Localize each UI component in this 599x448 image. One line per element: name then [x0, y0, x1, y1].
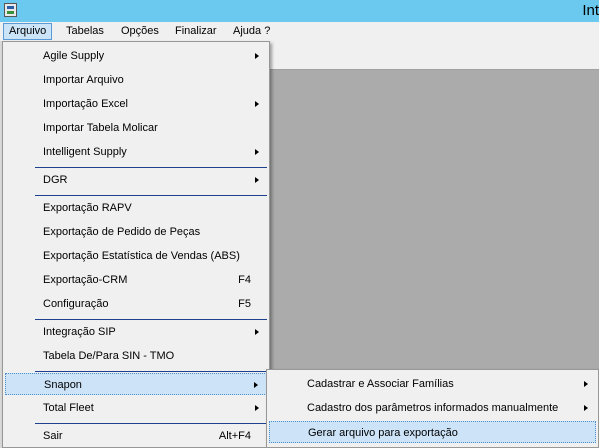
- menu-separator: [35, 423, 267, 424]
- submenu-arrow-icon: [255, 149, 259, 155]
- window-title: Int: [582, 2, 599, 19]
- submenu-arrow-icon: [255, 101, 259, 107]
- menu-item-dgr[interactable]: DGR: [5, 169, 267, 191]
- menu-item-importacao-excel[interactable]: Importação Excel: [5, 93, 267, 115]
- submenu-arrow-icon: [255, 405, 259, 411]
- menu-opcoes[interactable]: Opções: [116, 23, 164, 40]
- menu-item-cadastrar-e-associar-familias[interactable]: Cadastrar e Associar Famílias: [269, 373, 596, 395]
- submenu-arrow-icon: [584, 381, 588, 387]
- menu-item-agile-supply[interactable]: Agile Supply: [5, 45, 267, 67]
- menu-item-snapon[interactable]: Snapon: [5, 373, 267, 395]
- submenu-arrow-icon: [254, 382, 258, 388]
- menu-item-label: Cadastrar e Associar Famílias: [307, 378, 454, 390]
- menu-item-shortcut: F4: [238, 274, 251, 286]
- menu-item-shortcut: Alt+F4: [218, 430, 251, 442]
- menu-item-label: Total Fleet: [43, 402, 94, 414]
- title-bar: Int: [0, 0, 599, 22]
- menu-item-label: Tabela De/Para SIN - TMO: [43, 350, 175, 362]
- submenu-arrow-icon: [255, 329, 259, 335]
- menu-item-label: Exportação-CRM: [43, 274, 128, 286]
- menu-item-exportacao-estatistica-de-vendas-abs[interactable]: Exportação Estatística de Vendas (ABS): [5, 245, 267, 267]
- mdi-workspace: [268, 70, 599, 370]
- menu-item-exportacao-crm[interactable]: Exportação-CRM F4: [5, 269, 267, 291]
- submenu-arrow-icon: [255, 177, 259, 183]
- submenu-arrow-icon: [255, 53, 259, 59]
- menu-item-importar-arquivo[interactable]: Importar Arquivo: [5, 69, 267, 91]
- menu-item-label: Importar Tabela Molicar: [43, 122, 158, 134]
- arquivo-dropdown: Agile Supply Importar Arquivo Importação E…: [2, 41, 270, 448]
- menu-item-label: Gerar arquivo para exportação: [308, 427, 458, 439]
- toolbar-area: [268, 41, 599, 70]
- menu-item-label: Agile Supply: [43, 50, 105, 62]
- menu-item-label: Intelligent Supply: [43, 146, 127, 158]
- menu-separator: [35, 195, 267, 196]
- menu-item-label: DGR: [43, 174, 68, 186]
- menu-item-label: Exportação de Pedido de Peças: [43, 226, 201, 238]
- menu-item-exportacao-rapv[interactable]: Exportação RAPV: [5, 197, 267, 219]
- menu-item-importar-tabela-molicar[interactable]: Importar Tabela Molicar: [5, 117, 267, 139]
- snapon-submenu: Cadastrar e Associar Famílias Cadastro do…: [266, 369, 599, 448]
- menu-item-label: Configuração: [43, 298, 109, 310]
- menu-arquivo[interactable]: Arquivo: [3, 23, 53, 40]
- menu-separator: [35, 167, 267, 168]
- menu-item-sair[interactable]: Sair Alt+F4: [5, 425, 267, 447]
- menu-separator: [35, 319, 267, 320]
- menu-item-configuracao[interactable]: Configuração F5: [5, 293, 267, 315]
- menu-bar: Arquivo Tabelas Opções Finalizar Ajuda ?: [0, 22, 599, 41]
- menu-item-tabela-de-para-sin-tmo[interactable]: Tabela De/Para SIN - TMO: [5, 345, 267, 367]
- menu-item-exportacao-de-pedido-de-pecas[interactable]: Exportação de Pedido de Peças: [5, 221, 267, 243]
- submenu-arrow-icon: [584, 405, 588, 411]
- menu-separator: [35, 371, 267, 372]
- menu-item-label: Importar Arquivo: [43, 74, 124, 86]
- menu-item-shortcut: F5: [238, 298, 251, 310]
- menu-item-label: Exportação Estatística de Vendas (ABS): [43, 250, 240, 262]
- menu-item-label: Cadastro dos parâmetros informados manua…: [307, 402, 559, 414]
- menu-item-label: Exportação RAPV: [43, 202, 132, 214]
- menu-ajuda[interactable]: Ajuda ?: [228, 23, 275, 40]
- menu-item-cadastro-dos-parametros-informados-manualmente[interactable]: Cadastro dos parâmetros informados manua…: [269, 397, 596, 419]
- menu-item-label: Importação Excel: [43, 98, 128, 110]
- menu-item-total-fleet[interactable]: Total Fleet: [5, 397, 267, 419]
- app-icon[interactable]: [4, 3, 17, 17]
- menu-finalizar[interactable]: Finalizar: [170, 23, 222, 40]
- menu-item-integracao-sip[interactable]: Integração SIP: [5, 321, 267, 343]
- menu-item-label: Sair: [43, 430, 63, 442]
- menu-tabelas[interactable]: Tabelas: [61, 23, 109, 40]
- menu-item-label: Snapon: [44, 379, 82, 391]
- menu-item-gerar-arquivo-para-exportacao[interactable]: Gerar arquivo para exportação: [269, 421, 596, 443]
- menu-item-label: Integração SIP: [43, 326, 116, 338]
- menu-item-intelligent-supply[interactable]: Intelligent Supply: [5, 141, 267, 163]
